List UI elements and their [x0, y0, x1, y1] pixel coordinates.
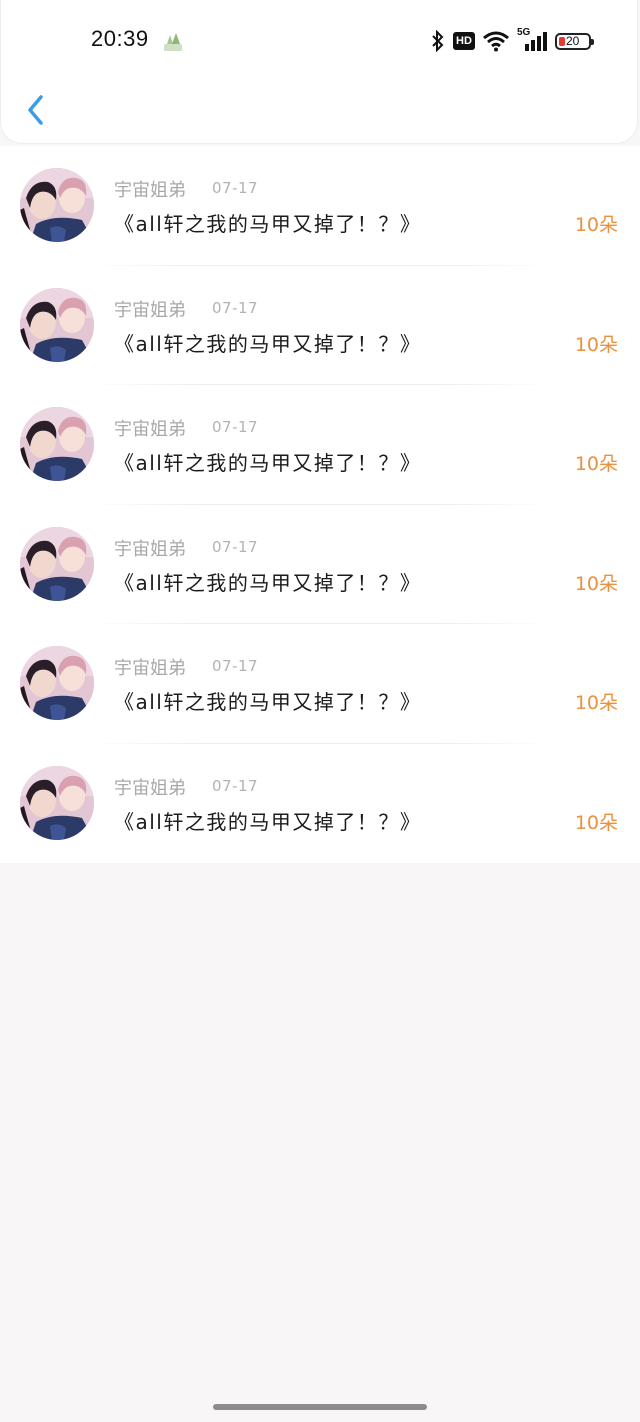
- gift-list: 宇宙姐弟 07-17 《all轩之我的马甲又掉了！？》 10朵 宇宙姐弟 07-…: [0, 146, 640, 863]
- wifi-icon: [483, 31, 509, 52]
- gift-amount: 10朵: [574, 214, 618, 236]
- book-title: 《all轩之我的马甲又掉了！？》: [114, 212, 422, 236]
- gift-amount: 10朵: [574, 572, 618, 595]
- sender-name: 宇宙姐弟: [114, 538, 186, 560]
- status-time: 20:39: [91, 26, 149, 51]
- book-title: 《all轩之我的马甲又掉了！？》: [114, 331, 422, 356]
- status-indicators: HD 5G 20: [424, 27, 594, 54]
- book-title: 《all轩之我的马甲又掉了！？》: [114, 809, 422, 834]
- gift-date: 07-17: [212, 537, 259, 556]
- gift-list-item[interactable]: 宇宙姐弟 07-17 《all轩之我的马甲又掉了！？》 10朵: [0, 385, 640, 505]
- chevron-left-icon: [28, 95, 43, 125]
- avatar[interactable]: [20, 765, 94, 840]
- sender-name: 宇宙姐弟: [114, 180, 186, 201]
- battery-percent: 20: [566, 33, 580, 48]
- gift-amount: 10朵: [574, 333, 618, 356]
- battery-level: [559, 36, 565, 46]
- gift-list-item[interactable]: 宇宙姐弟 07-17 《all轩之我的马甲又掉了！？》 10朵: [0, 146, 640, 266]
- gift-date: 07-17: [212, 657, 259, 675]
- avatar[interactable]: [20, 287, 94, 362]
- sender-name: 宇宙姐弟: [114, 658, 186, 679]
- avatar[interactable]: [20, 526, 94, 601]
- app-notification-icon: [164, 33, 182, 51]
- bluetooth-icon: [432, 30, 444, 52]
- avatar[interactable]: [20, 646, 94, 720]
- signal-5g-icon: 5G: [517, 27, 547, 52]
- book-title: 《all轩之我的马甲又掉了！？》: [114, 451, 422, 475]
- book-title: 《all轩之我的马甲又掉了！？》: [114, 570, 422, 595]
- gift-date: 07-17: [212, 776, 259, 795]
- back-button[interactable]: [19, 90, 55, 130]
- status-bar: 20:39 HD 5G 20: [1, 0, 640, 80]
- avatar[interactable]: [20, 407, 94, 481]
- avatar[interactable]: [20, 168, 94, 242]
- gift-date: 07-17: [212, 179, 259, 197]
- gift-list-item[interactable]: 宇宙姐弟 07-17 《all轩之我的马甲又掉了！？》 10朵: [0, 266, 640, 386]
- battery-icon: 20: [555, 32, 594, 50]
- gift-amount: 10朵: [574, 453, 618, 475]
- gift-list-item[interactable]: 宇宙姐弟 07-17 《all轩之我的马甲又掉了！？》 10朵: [0, 624, 640, 744]
- gift-date: 07-17: [212, 418, 259, 436]
- book-title: 《all轩之我的马甲又掉了！？》: [114, 690, 422, 714]
- sender-name: 宇宙姐弟: [114, 777, 186, 799]
- hd-badge: HD: [453, 32, 475, 50]
- sender-name: 宇宙姐弟: [114, 299, 186, 321]
- gift-date: 07-17: [212, 298, 259, 317]
- gift-amount: 10朵: [574, 811, 618, 834]
- gift-amount: 10朵: [574, 692, 618, 714]
- top-header: 20:39 HD 5G 20: [0, 0, 638, 144]
- sender-name: 宇宙姐弟: [114, 419, 186, 440]
- home-indicator[interactable]: [213, 1404, 427, 1410]
- gift-list-item[interactable]: 宇宙姐弟 07-17 《all轩之我的马甲又掉了！？》 10朵: [0, 744, 640, 864]
- gift-list-item[interactable]: 宇宙姐弟 07-17 《all轩之我的马甲又掉了！？》 10朵: [0, 505, 640, 625]
